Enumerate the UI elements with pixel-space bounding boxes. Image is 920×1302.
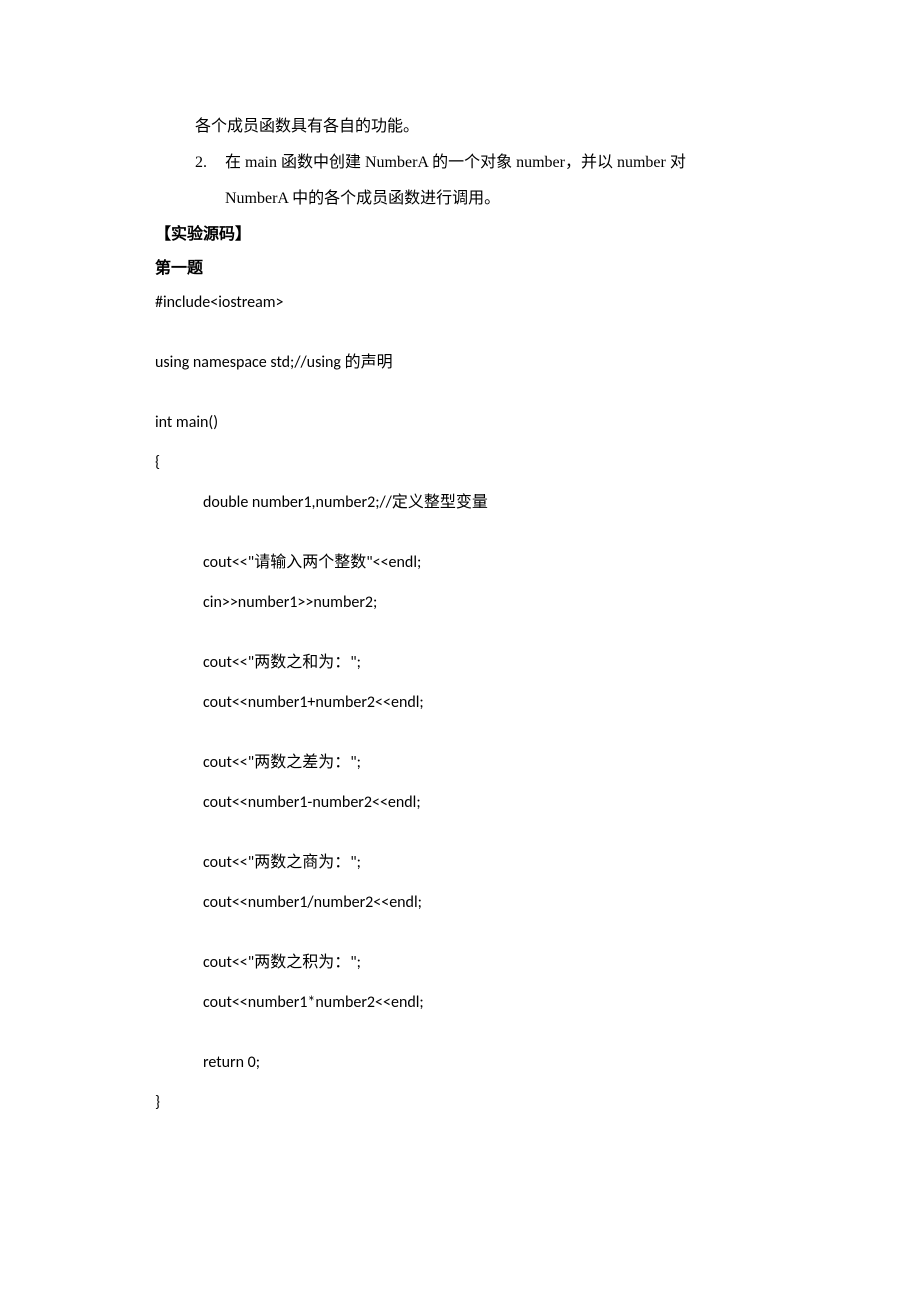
blank-line bbox=[155, 631, 800, 651]
code-text: "<<endl; bbox=[366, 553, 421, 572]
code-text: "; bbox=[350, 753, 361, 772]
blank-line bbox=[155, 931, 800, 951]
code-string: 请输入两个整数 bbox=[254, 554, 366, 571]
code-include: #include<iostream> bbox=[155, 291, 800, 315]
code-cout-div: cout<<number1/number2<<endl; bbox=[155, 891, 800, 915]
blank-line bbox=[155, 331, 800, 351]
blank-line bbox=[155, 391, 800, 411]
code-return: return 0; bbox=[155, 1051, 800, 1075]
blank-line bbox=[155, 731, 800, 751]
code-comment: 的声明 bbox=[345, 354, 393, 371]
code-string: 两数之差为： bbox=[254, 754, 350, 771]
code-comment: 定义整型变量 bbox=[392, 494, 488, 511]
code-cout-mul: cout<<number1*number2<<endl; bbox=[155, 991, 800, 1015]
code-cout-diff: cout<<number1-number2<<endl; bbox=[155, 791, 800, 815]
document-page: 各个成员函数具有各自的功能。 2. 在 main 函数中创建 NumberA 的… bbox=[0, 0, 920, 1211]
code-text: cout<<" bbox=[203, 753, 254, 772]
code-cout-sum: cout<<number1+number2<<endl; bbox=[155, 691, 800, 715]
heading-question-1: 第一题 bbox=[155, 257, 800, 281]
code-cout-diff-label: cout<<"两数之差为："; bbox=[155, 751, 800, 775]
code-text: using namespace std;//using bbox=[155, 353, 345, 372]
code-text: cout<<" bbox=[203, 653, 254, 672]
list-text: 在 main 函数中创建 NumberA 的一个对象 number，并以 num… bbox=[225, 151, 800, 175]
blank-line bbox=[155, 1031, 800, 1051]
list-item-1-continuation: 各个成员函数具有各自的功能。 bbox=[155, 115, 800, 139]
code-cout-mul-label: cout<<"两数之积为："; bbox=[155, 951, 800, 975]
blank-line bbox=[155, 831, 800, 851]
code-text: "; bbox=[350, 953, 361, 972]
code-text: cout<<" bbox=[203, 553, 254, 572]
code-text: "; bbox=[350, 653, 361, 672]
heading-source-code: 【实验源码】 bbox=[155, 223, 800, 247]
list-text: 各个成员函数具有各自的功能。 bbox=[195, 118, 419, 135]
code-main-decl: int main() bbox=[155, 411, 800, 435]
list-text: NumberA 中的各个成员函数进行调用。 bbox=[225, 190, 500, 207]
code-cout-sum-label: cout<<"两数之和为："; bbox=[155, 651, 800, 675]
blank-line bbox=[155, 531, 800, 551]
list-item-2: 2. 在 main 函数中创建 NumberA 的一个对象 number，并以 … bbox=[155, 151, 800, 175]
code-brace-close: } bbox=[155, 1091, 800, 1115]
code-string: 两数之商为： bbox=[254, 854, 350, 871]
code-text: cout<<" bbox=[203, 953, 254, 972]
code-var-decl: double number1,number2;//定义整型变量 bbox=[155, 491, 800, 515]
code-text: "; bbox=[350, 853, 361, 872]
code-text: cout<<" bbox=[203, 853, 254, 872]
code-cout-div-label: cout<<"两数之商为："; bbox=[155, 851, 800, 875]
code-cout-prompt: cout<<"请输入两个整数"<<endl; bbox=[155, 551, 800, 575]
code-brace-open: { bbox=[155, 451, 800, 475]
code-using: using namespace std;//using 的声明 bbox=[155, 351, 800, 375]
code-cin: cin>>number1>>number2; bbox=[155, 591, 800, 615]
code-text: double number1,number2;// bbox=[203, 493, 392, 512]
code-string: 两数之和为： bbox=[254, 654, 350, 671]
list-item-2-continuation: NumberA 中的各个成员函数进行调用。 bbox=[155, 187, 800, 211]
code-string: 两数之积为： bbox=[254, 954, 350, 971]
list-number: 2. bbox=[195, 151, 225, 175]
